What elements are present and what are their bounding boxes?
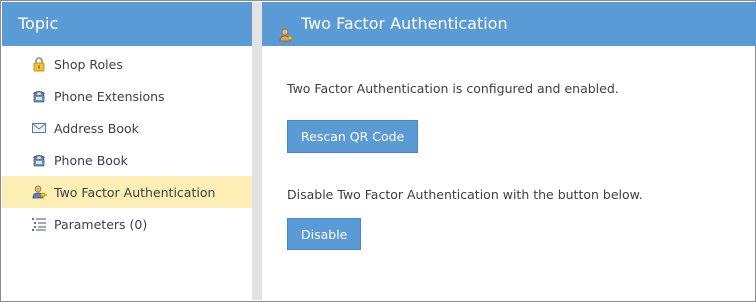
user-key-icon — [278, 16, 294, 42]
disable-button[interactable]: Disable — [287, 218, 362, 250]
sidebar-item-address-book[interactable]: Address Book — [2, 112, 252, 144]
sidebar-item-label: Two Factor Authentication — [54, 184, 216, 200]
user-key-icon — [31, 184, 47, 200]
sidebar-item-label: Address Book — [54, 120, 139, 136]
sidebar-item-label: Shop Roles — [54, 56, 123, 72]
sidebar: Topic Shop Roles Phone Extensions Addres… — [2, 2, 252, 300]
sidebar-item-phone-extensions[interactable]: Phone Extensions — [2, 80, 252, 112]
main-panel: Two Factor Authentication Two Factor Aut… — [262, 2, 756, 300]
sidebar-item-label: Phone Book — [54, 152, 128, 168]
sidebar-item-parameters[interactable]: Parameters (0) — [2, 208, 252, 240]
lock-icon — [31, 56, 47, 72]
envelope-icon — [31, 120, 47, 136]
sidebar-item-shop-roles[interactable]: Shop Roles — [2, 48, 252, 80]
phone-icon — [31, 152, 47, 168]
phone-icon — [31, 88, 47, 104]
sidebar-list: Shop Roles Phone Extensions Address Book… — [2, 48, 252, 240]
sidebar-item-two-factor-authentication[interactable]: Two Factor Authentication — [2, 176, 252, 208]
main-header: Two Factor Authentication — [262, 2, 756, 46]
sidebar-title: Topic — [2, 2, 252, 46]
status-message: Two Factor Authentication is configured … — [287, 81, 619, 96]
sidebar-item-phone-book[interactable]: Phone Book — [2, 144, 252, 176]
panel-divider[interactable] — [252, 2, 262, 300]
page-title: Two Factor Authentication — [301, 14, 508, 33]
list-icon — [31, 216, 47, 232]
disable-instructions: Disable Two Factor Authentication with t… — [287, 187, 643, 202]
sidebar-item-label: Parameters (0) — [54, 216, 148, 232]
rescan-qr-code-button[interactable]: Rescan QR Code — [287, 120, 419, 153]
sidebar-item-label: Phone Extensions — [54, 88, 165, 104]
window-frame: Topic Shop Roles Phone Extensions Addres… — [0, 0, 756, 302]
